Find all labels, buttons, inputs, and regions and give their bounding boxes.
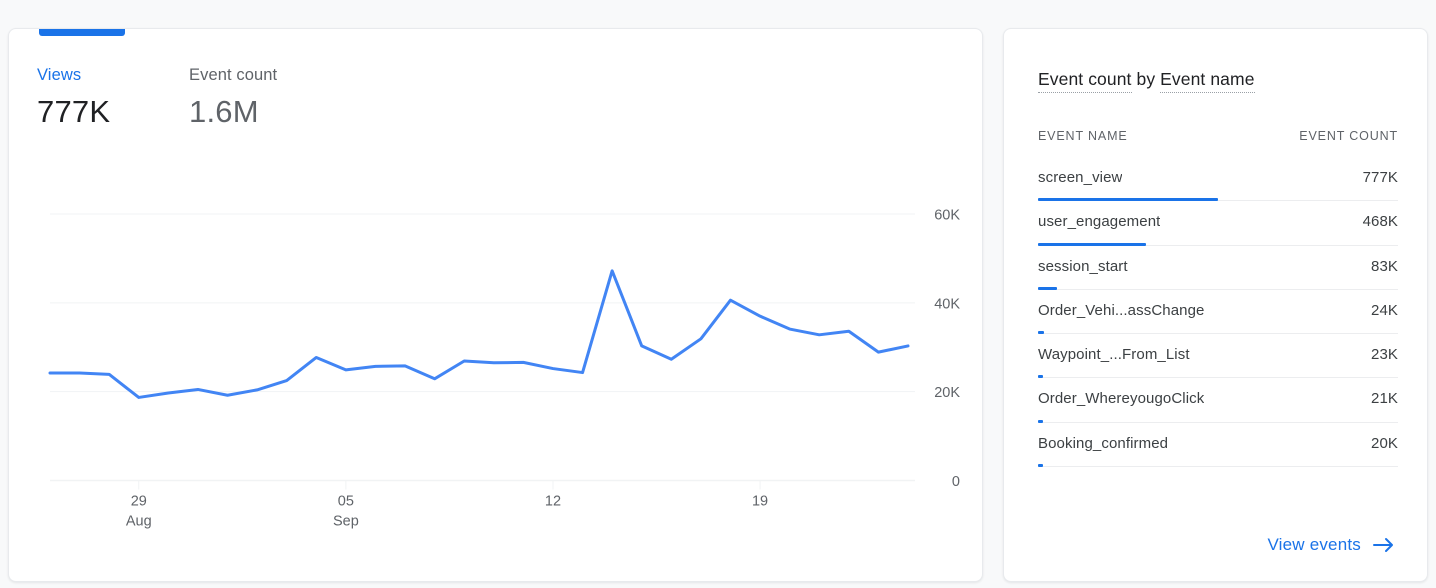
column-header-event-count[interactable]: EVENT COUNT bbox=[1299, 129, 1398, 143]
event-count-cell: 777K bbox=[1363, 169, 1398, 186]
y-axis-tick-0: 0 bbox=[952, 474, 960, 490]
x-axis-tick-day-3: 19 bbox=[752, 494, 768, 510]
arrow-right-icon bbox=[1373, 537, 1395, 553]
chart-y-axis-labels: 0 20K 40K 60K bbox=[934, 208, 960, 491]
table-row[interactable]: screen_view 777K bbox=[1038, 157, 1398, 201]
event-name-cell[interactable]: Order_Vehi...assChange bbox=[1038, 302, 1204, 319]
event-name-cell[interactable]: Waypoint_...From_List bbox=[1038, 346, 1190, 363]
table-row[interactable]: user_engagement 468K bbox=[1038, 201, 1398, 245]
events-card-title: Event count by Event name bbox=[1038, 67, 1255, 91]
event-count-cell: 20K bbox=[1371, 435, 1398, 452]
x-axis-tick-day-2: 12 bbox=[545, 494, 561, 510]
event-name-cell[interactable]: user_engagement bbox=[1038, 213, 1160, 230]
event-count-cell: 468K bbox=[1363, 213, 1398, 230]
column-header-event-name[interactable]: EVENT NAME bbox=[1038, 129, 1128, 143]
event-count-by-event-name-card: Event count by Event name EVENT NAME EVE… bbox=[1003, 28, 1428, 582]
y-axis-tick-1: 20K bbox=[934, 385, 960, 401]
y-axis-tick-3: 60K bbox=[934, 208, 960, 224]
events-table-header: EVENT NAME EVENT COUNT bbox=[1038, 129, 1398, 143]
x-axis-tick-month-1: Sep bbox=[333, 514, 359, 530]
line-chart[interactable]: 0 20K 40K 60K 29 Aug 05 Sep 12 19 bbox=[9, 29, 983, 582]
view-events-link[interactable]: View events bbox=[1267, 535, 1395, 555]
event-name-cell[interactable]: screen_view bbox=[1038, 169, 1122, 186]
events-title-conjunction: by bbox=[1132, 69, 1161, 89]
table-row[interactable]: session_start 83K bbox=[1038, 246, 1398, 290]
event-name-cell[interactable]: session_start bbox=[1038, 258, 1128, 275]
views-chart-card: Views 777K Event count 1.6M 020K40K60K 2… bbox=[8, 28, 983, 582]
view-events-label: View events bbox=[1267, 535, 1361, 555]
event-count-cell: 83K bbox=[1371, 258, 1398, 275]
y-axis-tick-2: 40K bbox=[934, 296, 960, 312]
events-title-dimension: Event name bbox=[1160, 69, 1254, 93]
line-chart-svg: 0 20K 40K 60K 29 Aug 05 Sep 12 19 bbox=[9, 29, 983, 582]
table-row[interactable]: Waypoint_...From_List 23K bbox=[1038, 334, 1398, 378]
chart-x-axis-labels: 29 Aug 05 Sep 12 19 bbox=[126, 481, 768, 530]
analytics-dashboard: Views 777K Event count 1.6M 020K40K60K 2… bbox=[0, 0, 1436, 588]
table-row[interactable]: Booking_confirmed 20K bbox=[1038, 423, 1398, 467]
x-axis-tick-day-0: 29 bbox=[131, 494, 147, 510]
event-count-bar bbox=[1038, 464, 1043, 467]
x-axis-tick-month-0: Aug bbox=[126, 514, 152, 530]
event-name-cell[interactable]: Order_WhereyougoClick bbox=[1038, 390, 1204, 407]
events-table-body: screen_view 777K user_engagement 468K sessio… bbox=[1038, 157, 1398, 467]
table-row[interactable]: Order_Vehi...assChange 24K bbox=[1038, 290, 1398, 334]
event-count-cell: 23K bbox=[1371, 346, 1398, 363]
chart-series-views bbox=[50, 271, 908, 398]
event-count-cell: 24K bbox=[1371, 302, 1398, 319]
table-row[interactable]: Order_WhereyougoClick 21K bbox=[1038, 378, 1398, 422]
event-count-cell: 21K bbox=[1371, 390, 1398, 407]
chart-gridlines bbox=[50, 214, 915, 481]
x-axis-tick-day-1: 05 bbox=[338, 494, 354, 510]
events-title-metric: Event count bbox=[1038, 69, 1132, 93]
event-name-cell[interactable]: Booking_confirmed bbox=[1038, 435, 1168, 452]
